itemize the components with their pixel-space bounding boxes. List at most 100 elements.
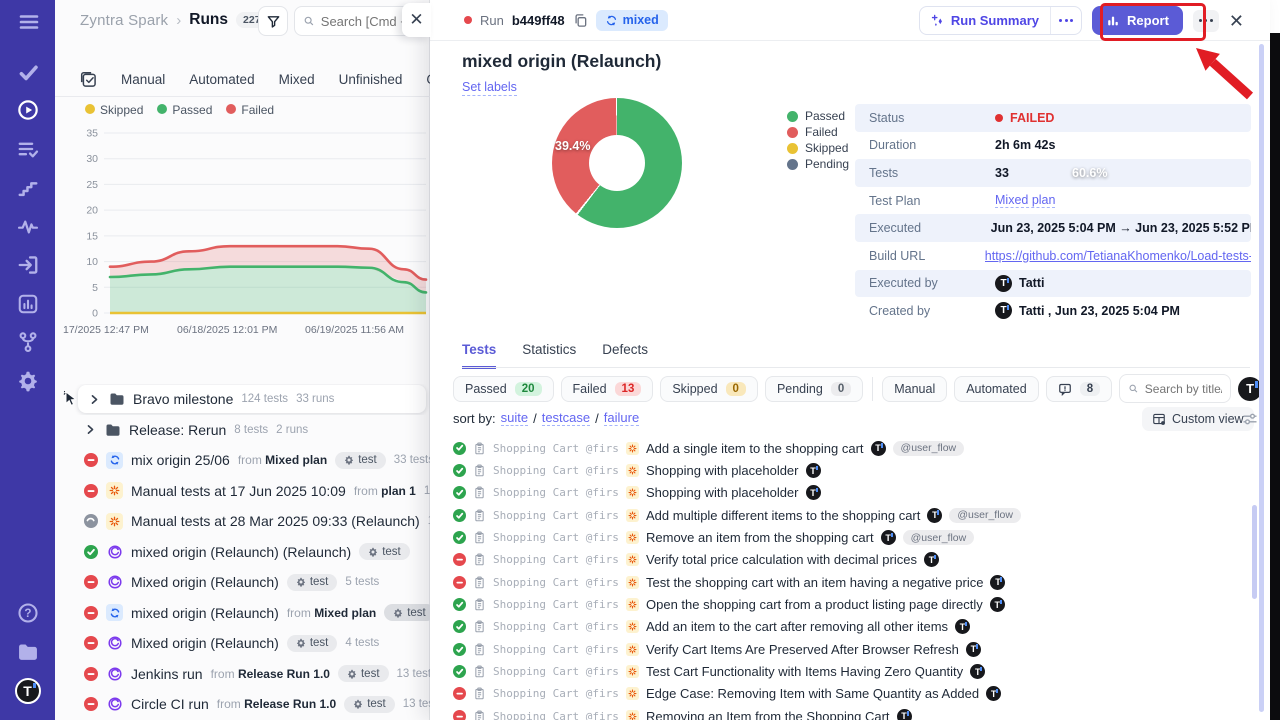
run-row[interactable]: Mixed origin (Relaunch)test5 tests	[55, 567, 430, 598]
run-row[interactable]: mixed origin (Relaunch)from Mixed plante…	[55, 598, 430, 629]
test-title[interactable]: Add an item to the cart after removing a…	[646, 619, 948, 634]
test-row[interactable]: Shopping Cart @firs...Shopping with plac…	[453, 459, 1253, 481]
close-drawer-button[interactable]: ✕	[1229, 12, 1244, 30]
sort-by-suite[interactable]: suite	[501, 410, 528, 426]
run-name[interactable]: mixed origin (Relaunch)	[131, 605, 279, 621]
test-row[interactable]: Shopping Cart @firs...Open the shopping …	[453, 593, 1253, 615]
folder-row[interactable]: Release: Rerun8 tests2 runs	[55, 415, 430, 446]
test-row[interactable]: Shopping Cart @firs...Remove an item fro…	[453, 526, 1253, 548]
sign-in-icon[interactable]	[17, 254, 39, 276]
test-title[interactable]: Add a single item to the shopping cart	[646, 441, 864, 456]
build-url-link[interactable]: https://github.com/TetianaKhomenko/Load-…	[985, 249, 1251, 263]
run-row[interactable]: Manual tests at 28 Mar 2025 09:33 (Relau…	[55, 506, 430, 537]
test-row[interactable]: Shopping Cart @firs...Add multiple diffe…	[453, 504, 1253, 526]
comments-filter-button[interactable]: 8	[1046, 376, 1112, 402]
filter-manual[interactable]: Manual	[882, 376, 947, 402]
bar-chart-icon[interactable]	[17, 293, 39, 315]
run-name[interactable]: Mixed origin (Relaunch)	[131, 574, 279, 590]
detail-tab-tests[interactable]: Tests	[462, 342, 496, 369]
list-check-icon[interactable]	[17, 138, 39, 160]
test-row[interactable]: Shopping Cart @firs...Test the shopping …	[453, 571, 1253, 593]
filter-automated[interactable]: Automated	[954, 376, 1038, 402]
test-title[interactable]: Removing an Item from the Shopping Cart	[646, 709, 890, 720]
test-row[interactable]: Shopping Cart @firs...Add an item to the…	[453, 616, 1253, 638]
breadcrumb-section[interactable]: Runs	[189, 11, 228, 29]
test-row[interactable]: Shopping Cart @firs...Verify Cart Items …	[453, 638, 1253, 660]
more-actions-button[interactable]	[1193, 10, 1219, 32]
test-title[interactable]: Shopping with placeholder	[646, 463, 799, 478]
global-search-input[interactable]	[321, 14, 415, 29]
chevron-right-icon[interactable]	[84, 423, 97, 436]
run-summary-button[interactable]: Run Summary	[919, 6, 1082, 35]
run-row[interactable]: mixed origin (Relaunch) (Relaunch)test	[55, 537, 430, 568]
test-title[interactable]: Test the shopping cart with an item havi…	[646, 575, 983, 590]
test-row[interactable]: Shopping Cart @firs...Verify total price…	[453, 549, 1253, 571]
test-title[interactable]: Add multiple different items to the shop…	[646, 508, 920, 523]
run-name[interactable]: mixed origin (Relaunch) (Relaunch)	[131, 544, 351, 560]
set-labels-link[interactable]: Set labels	[462, 80, 517, 96]
tab-manual[interactable]: Manual	[121, 72, 165, 87]
run-row[interactable]: Jenkins runfrom Release Run 1.0test13 te…	[55, 659, 430, 690]
detail-tab-defects[interactable]: Defects	[602, 342, 648, 369]
run-row[interactable]: Circle CI runfrom Release Run 1.0test13 …	[55, 689, 430, 720]
test-row[interactable]: Shopping Cart @firs...Shopping with plac…	[453, 482, 1253, 504]
tests-search-input[interactable]	[1145, 382, 1222, 396]
folder-name[interactable]: Bravo milestone	[133, 391, 233, 407]
folder-icon[interactable]	[17, 641, 39, 663]
run-summary-more-button[interactable]	[1050, 7, 1081, 34]
sort-by-testcase[interactable]: testcase	[542, 410, 590, 426]
chevron-right-icon[interactable]	[88, 393, 101, 406]
test-title[interactable]: Verify total price calculation with deci…	[646, 552, 917, 567]
run-row[interactable]: Manual tests at 17 Jun 2025 10:09from pl…	[55, 476, 430, 507]
run-name[interactable]: Jenkins run	[131, 666, 203, 682]
select-all-icon[interactable]	[80, 71, 97, 88]
gear-icon[interactable]	[17, 370, 39, 392]
test-title[interactable]: Remove an item from the shopping cart	[646, 530, 874, 545]
sort-by-failure[interactable]: failure	[604, 410, 639, 426]
user-avatar[interactable]: T	[15, 678, 41, 704]
test-row[interactable]: Shopping Cart @firs...Removing an Item f…	[453, 705, 1253, 720]
breadcrumb-project[interactable]: Zyntra Spark	[80, 12, 168, 29]
run-name[interactable]: Mixed origin (Relaunch)	[131, 635, 279, 651]
copy-icon[interactable]	[573, 13, 588, 28]
test-title[interactable]: Shopping with placeholder	[646, 485, 799, 500]
pulse-icon[interactable]	[17, 216, 39, 238]
run-name[interactable]: mix origin 25/06	[131, 452, 230, 468]
run-name[interactable]: Manual tests at 28 Mar 2025 09:33 (Relau…	[131, 513, 420, 529]
branch-icon[interactable]	[17, 331, 39, 353]
test-row[interactable]: Shopping Cart @firs...Add a single item …	[453, 437, 1253, 459]
test-row[interactable]: Shopping Cart @firs...Edge Case: Removin…	[453, 683, 1253, 705]
test-title[interactable]: Verify Cart Items Are Preserved After Br…	[646, 642, 959, 657]
test-title[interactable]: Open the shopping cart from a product li…	[646, 597, 983, 612]
run-row[interactable]: mix origin 25/06from Mixed plantest33 te…	[55, 445, 430, 476]
filter-button[interactable]	[258, 6, 288, 36]
tab-automated[interactable]: Automated	[189, 72, 254, 87]
custom-view-button[interactable]: Custom view	[1142, 407, 1254, 431]
steps-icon[interactable]	[17, 177, 39, 199]
play-circle-icon[interactable]	[17, 99, 39, 121]
test-title[interactable]: Edge Case: Removing Item with Same Quant…	[646, 686, 979, 701]
tests-search[interactable]	[1119, 374, 1231, 403]
help-icon[interactable]: ?	[17, 602, 39, 624]
detail-tab-statistics[interactable]: Statistics	[522, 342, 576, 369]
folder-name[interactable]: Release: Rerun	[129, 422, 226, 438]
test-title[interactable]: Test Cart Functionality with Items Havin…	[646, 664, 963, 679]
filter-skipped[interactable]: Skipped0	[660, 376, 758, 402]
test-row[interactable]: Shopping Cart @firs...Test Cart Function…	[453, 660, 1253, 682]
run-name[interactable]: Circle CI run	[131, 696, 209, 712]
view-settings-icon[interactable]	[1242, 411, 1258, 427]
report-button[interactable]: Report	[1092, 6, 1183, 35]
drawer-scrollbar[interactable]	[1259, 44, 1264, 712]
test-plan-link[interactable]: Mixed plan	[995, 193, 1055, 208]
filter-pending[interactable]: Pending0	[765, 376, 863, 402]
filter-failed[interactable]: Failed13	[561, 376, 654, 402]
hamburger-icon[interactable]	[17, 10, 39, 32]
run-row[interactable]: Mixed origin (Relaunch)test4 tests	[55, 628, 430, 659]
tab-unfinished[interactable]: Unfinished	[339, 72, 403, 87]
tests-scrollbar[interactable]	[1252, 505, 1257, 599]
folder-row[interactable]: Bravo milestone124 tests33 runs	[55, 384, 430, 415]
check-icon[interactable]	[17, 61, 39, 83]
drawer-close-tab-button[interactable]: ✕	[402, 3, 431, 37]
run-name[interactable]: Manual tests at 17 Jun 2025 10:09	[131, 483, 346, 499]
filter-passed[interactable]: Passed20	[453, 376, 554, 402]
